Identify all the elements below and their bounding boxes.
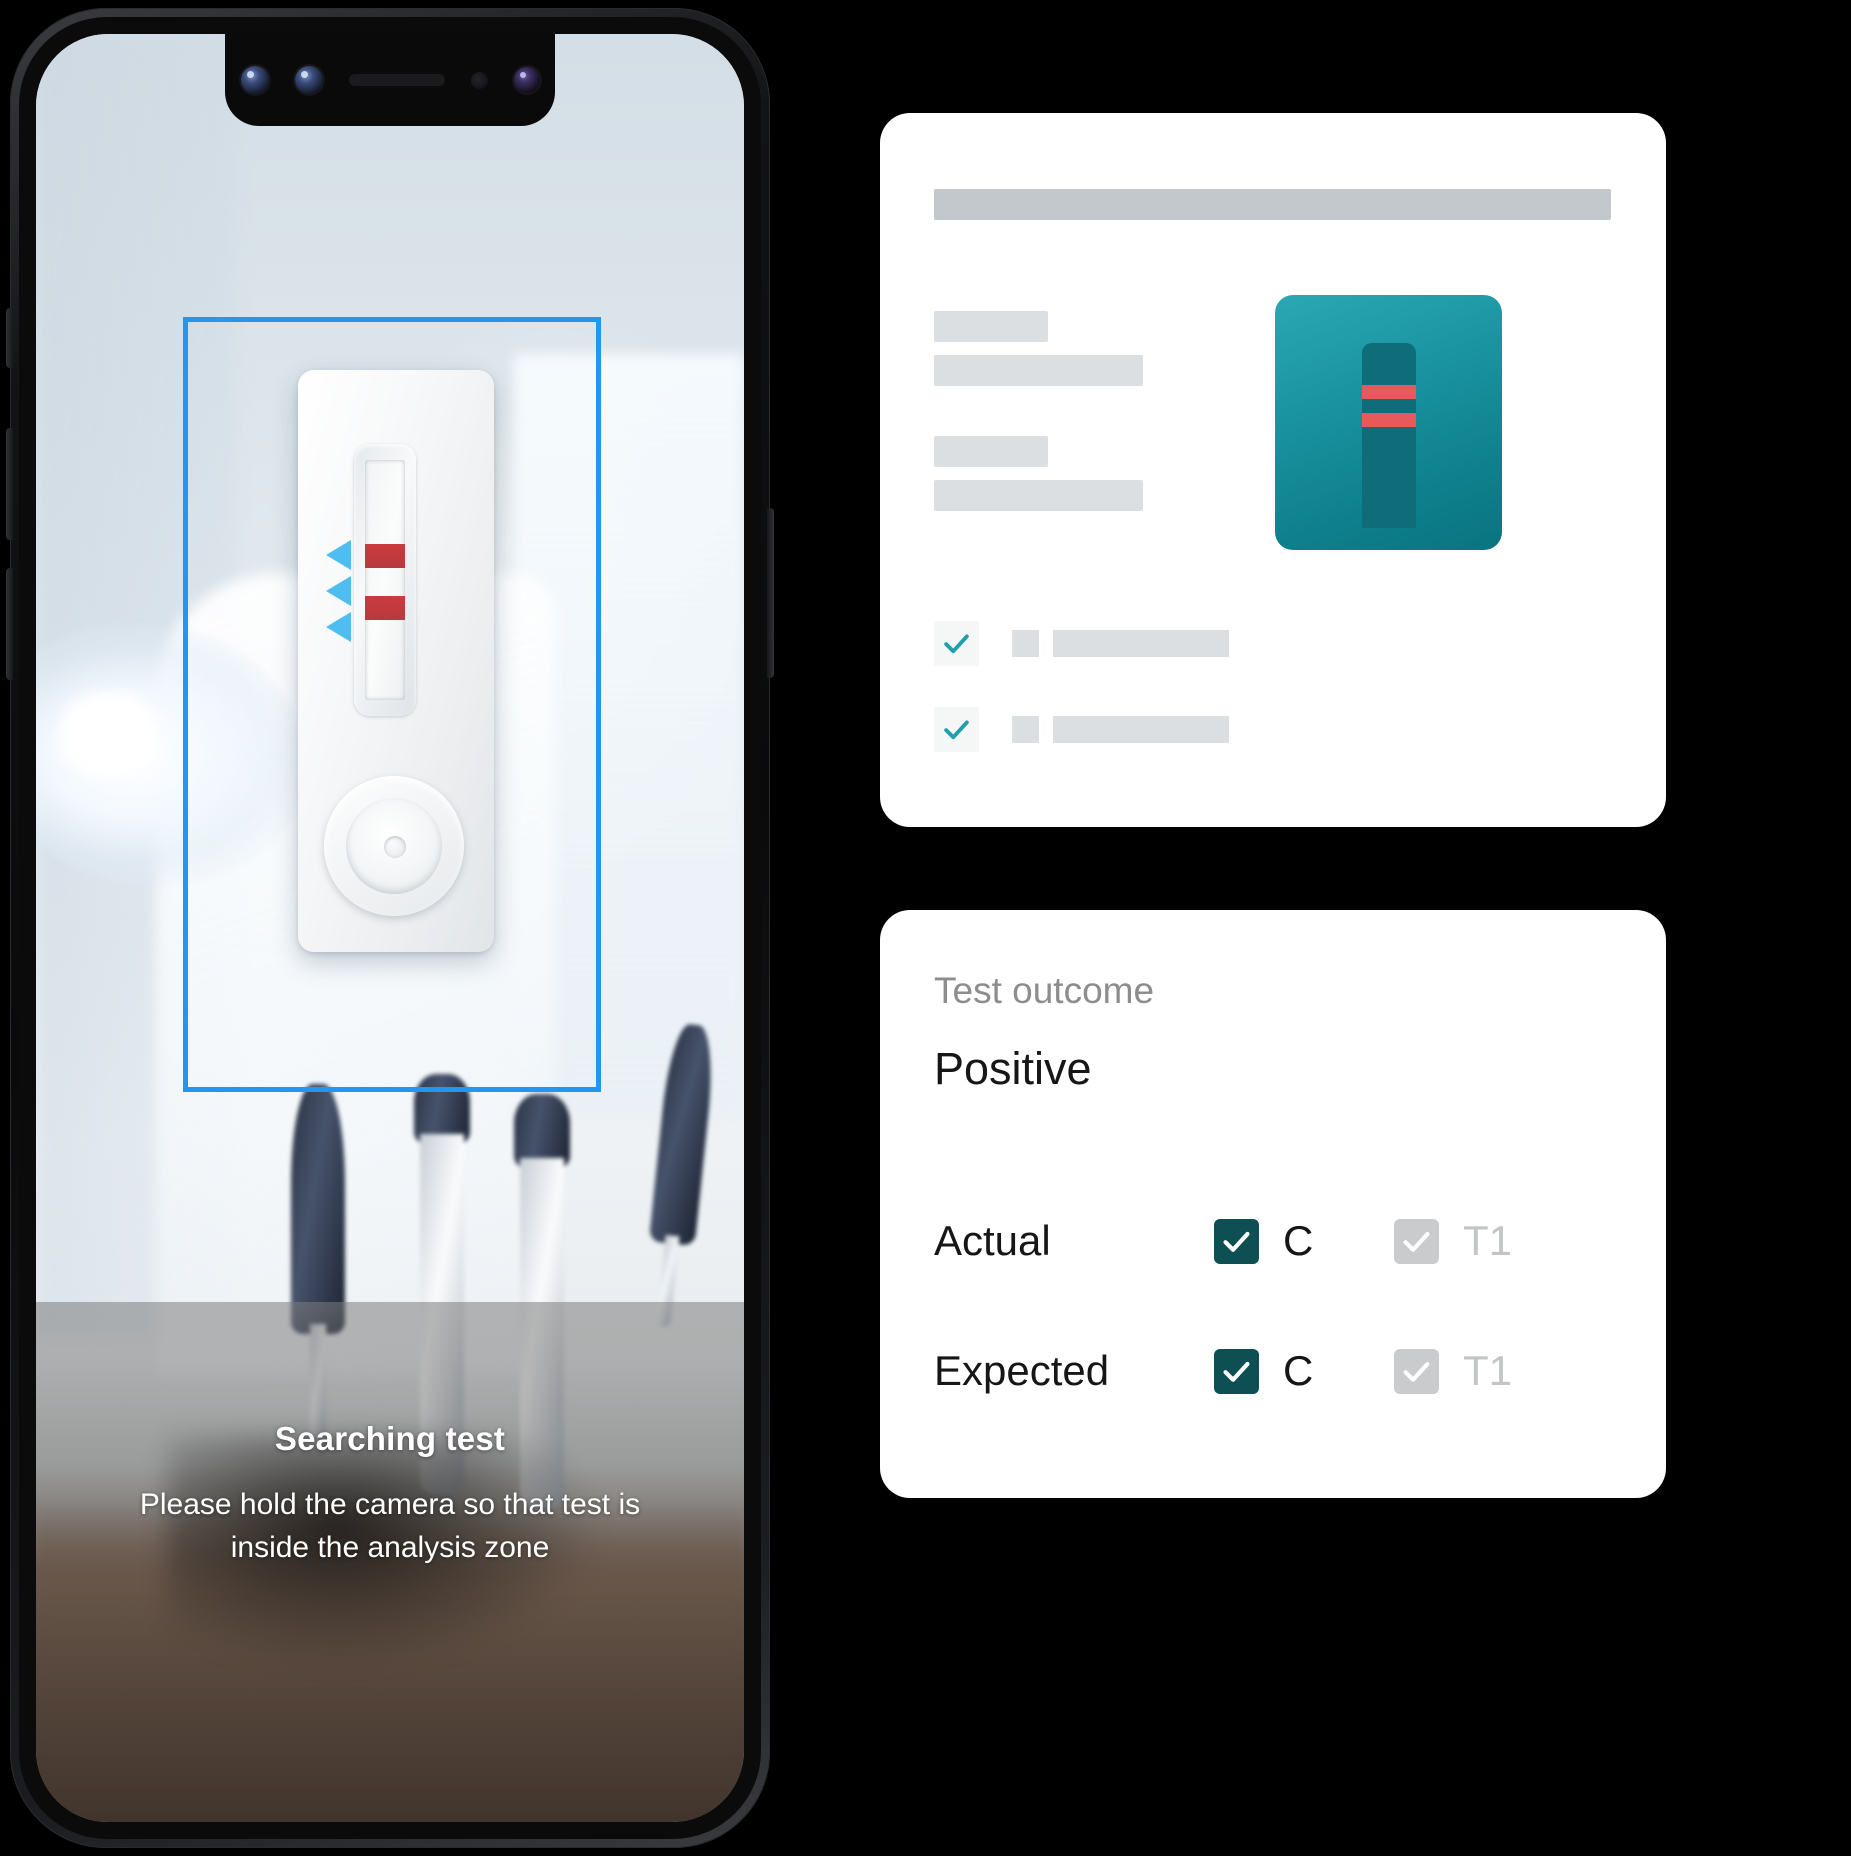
test-details-skeleton-card	[880, 113, 1666, 827]
background-lamp-core	[56, 689, 161, 781]
checkbox-checked-icon	[1214, 1348, 1259, 1394]
test-cassette	[298, 370, 494, 952]
checkbox-label-t1: T1	[1463, 1217, 1513, 1264]
check-icon	[934, 621, 979, 666]
cassette-result-window	[365, 460, 405, 700]
alignment-arrows-icon	[326, 540, 354, 648]
checkbox-checked-icon	[1214, 1218, 1259, 1264]
checkbox-label-t1: T1	[1463, 1347, 1513, 1394]
phone-power-button	[767, 508, 774, 678]
checkbox-expected-t1[interactable]: T1	[1394, 1347, 1574, 1395]
phone-mute-switch	[6, 308, 13, 368]
test-line-t1	[365, 596, 405, 620]
thumbnail-strip	[1361, 343, 1416, 528]
checkbox-checked-disabled-icon	[1394, 1348, 1439, 1394]
test-outcome-label: Test outcome	[934, 970, 1155, 1011]
camera-lens-icon	[294, 66, 323, 94]
cassette-window-bezel	[354, 444, 416, 716]
overlay-title: Searching test	[274, 1420, 506, 1457]
skeleton-chip	[1012, 716, 1039, 743]
control-line	[365, 544, 405, 568]
checkbox-checked-disabled-icon	[1394, 1218, 1439, 1264]
phone-mockup: Searching test Please hold the camera so…	[6, 8, 774, 1848]
result-row-actual: Actual C T1	[934, 1217, 1614, 1265]
checkbox-actual-t1[interactable]: T1	[1394, 1217, 1574, 1265]
result-row-expected: Expected C T1	[934, 1347, 1614, 1395]
skeleton-title-bar	[934, 189, 1611, 220]
skeleton-chip-bar	[1053, 630, 1229, 657]
thumbnail-control-line	[1361, 385, 1416, 399]
skeleton-value-bar	[934, 355, 1143, 386]
phone-frame: Searching test Please hold the camera so…	[6, 8, 774, 1848]
front-camera-icon	[513, 67, 540, 93]
checkbox-expected-c[interactable]: C	[1214, 1347, 1394, 1395]
checkbox-actual-c[interactable]: C	[1214, 1217, 1394, 1265]
camera-lens-icon	[240, 66, 269, 94]
skeleton-value-bar	[934, 480, 1143, 511]
check-icon	[934, 707, 979, 752]
phone-volume-up-button	[6, 428, 13, 540]
earpiece-speaker-icon	[348, 74, 445, 86]
row-label-expected: Expected	[934, 1347, 1110, 1394]
phone-notch	[225, 34, 555, 126]
phone-volume-down-button	[6, 568, 13, 680]
thumbnail-test-line	[1361, 413, 1416, 427]
skeleton-chip-bar	[1053, 716, 1229, 743]
skeleton-label-bar	[934, 436, 1048, 467]
phone-screen[interactable]: Searching test Please hold the camera so…	[36, 34, 744, 1822]
checkbox-label-c: C	[1283, 1217, 1314, 1264]
sample-well	[324, 776, 464, 916]
camera-instruction-overlay: Searching test Please hold the camera so…	[36, 1302, 744, 1822]
skeleton-checkbox-row[interactable]	[934, 621, 1229, 666]
skeleton-checkbox-row[interactable]	[934, 707, 1229, 752]
test-outcome-value: Positive	[934, 1043, 1092, 1094]
proximity-sensor-icon	[470, 71, 488, 89]
skeleton-label-bar	[934, 311, 1048, 342]
skeleton-chip	[1012, 630, 1039, 657]
overlay-subtitle: Please hold the camera so that test is i…	[139, 1488, 641, 1564]
test-thumbnail[interactable]	[1275, 295, 1502, 550]
row-label-actual: Actual	[934, 1217, 1051, 1264]
checkbox-label-c: C	[1283, 1347, 1314, 1394]
test-outcome-card: Test outcome Positive Actual C T1 Expect…	[880, 910, 1666, 1498]
